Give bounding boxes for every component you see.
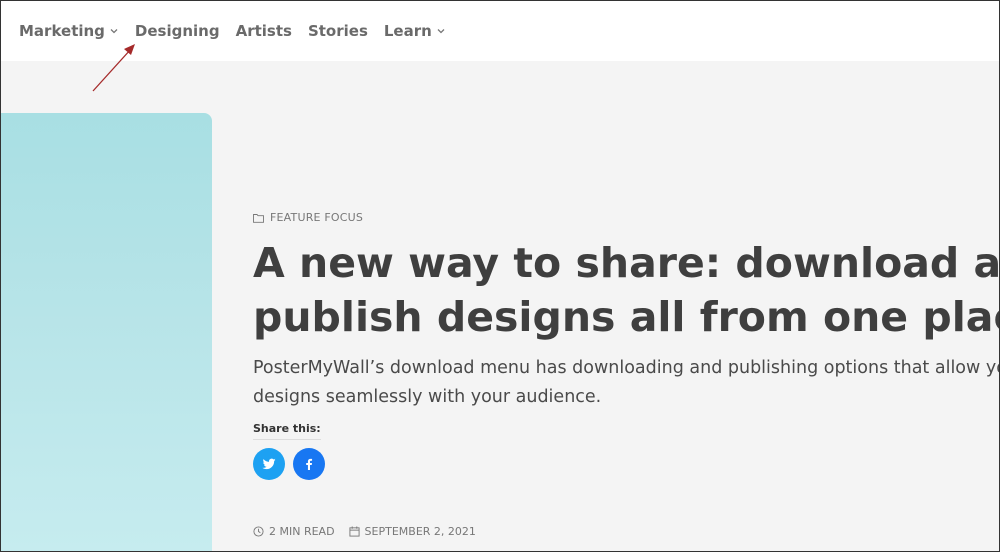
category-label: FEATURE FOCUS [270,211,364,224]
nav-item-label: Artists [235,22,292,40]
featured-image[interactable] [1,113,212,551]
top-navigation: Marketing Designing Artists Stories Lear… [1,1,999,61]
chevron-down-icon [110,29,118,34]
article-header: FEATURE FOCUS A new way to share: downlo… [253,201,1000,480]
nav-item-stories[interactable]: Stories [308,22,368,40]
nav-item-label: Marketing [19,22,105,40]
article-title: A new way to share: download and publish… [253,236,1000,344]
nav-item-designing[interactable]: Designing [135,22,220,40]
category-link[interactable]: FEATURE FOCUS [253,211,999,224]
nav-item-learn[interactable]: Learn [384,22,446,40]
share-buttons [253,448,999,480]
chevron-down-icon [437,29,445,34]
title-line: A new way to share: download and [253,239,1000,287]
read-time-label: 2 MIN READ [269,525,335,538]
browser-viewport: Marketing Designing Artists Stories Lear… [0,0,1000,552]
calendar-icon [349,526,360,537]
nav-item-marketing[interactable]: Marketing [19,22,119,40]
article-excerpt: PosterMyWall’s download menu has downloa… [253,354,1000,412]
nav-item-artists[interactable]: Artists [236,22,292,40]
publish-date-label: SEPTEMBER 2, 2021 [364,525,476,538]
article-meta: 2 MIN READ SEPTEMBER 2, 2021 [253,525,476,538]
excerpt-line: PosterMyWall’s download menu has downloa… [253,358,1000,378]
folder-icon [253,213,264,223]
read-time: 2 MIN READ [253,525,335,538]
share-facebook-button[interactable] [293,448,325,480]
share-twitter-button[interactable] [253,448,285,480]
facebook-icon [306,458,313,470]
share-label: Share this: [253,422,321,440]
title-line: publish designs all from one place! [253,293,1000,341]
twitter-icon [262,458,276,470]
arrow-annotation-icon [92,44,135,92]
clock-icon [253,526,264,537]
excerpt-line: designs seamlessly with your audience. [253,387,602,407]
nav-item-label: Learn [383,22,432,40]
nav-item-label: Designing [134,22,220,40]
nav-item-label: Stories [307,22,368,40]
publish-date: SEPTEMBER 2, 2021 [349,525,476,538]
